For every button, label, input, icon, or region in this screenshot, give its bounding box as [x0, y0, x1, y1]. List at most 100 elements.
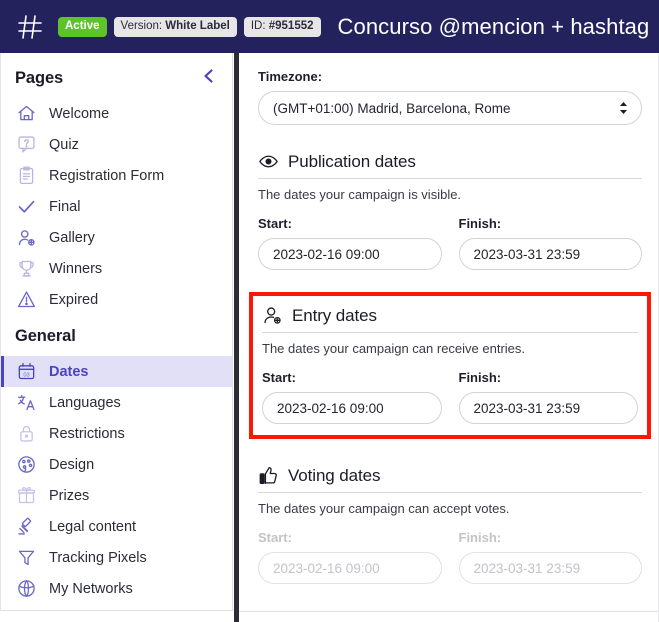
sidebar-item-label: Dates	[49, 363, 89, 380]
version-value: White Label	[165, 19, 230, 32]
app-window: Active Version: White Label ID: #951552 …	[0, 0, 659, 622]
sidebar-item-languages[interactable]: Languages	[1, 387, 232, 418]
select-updown-arrows-icon	[620, 102, 627, 114]
section-divider	[258, 492, 642, 493]
sidebar-item-welcome[interactable]: Welcome	[1, 98, 232, 129]
gavel-icon	[15, 516, 37, 538]
sidebar-item-prizes[interactable]: Prizes	[1, 480, 232, 511]
id-badge: ID: #951552	[243, 16, 321, 37]
sidebar-item-design[interactable]: Design	[1, 449, 232, 480]
sidebar-item-label: Registration Form	[49, 167, 165, 184]
sidebar-item-label: My Networks	[49, 580, 133, 597]
section-title: Entry dates	[292, 305, 377, 325]
page-title: Concurso @mencion + hashtag	[337, 13, 650, 39]
sidebar-item-winners[interactable]: Winners	[1, 253, 232, 284]
finish-date-field: Finish: 2023-03-31 23:59	[458, 216, 642, 270]
start-date-label: Start:	[258, 530, 292, 545]
status-badge: Active	[58, 16, 107, 37]
sidebar-item-final[interactable]: Final	[1, 191, 232, 222]
section-description: The dates your campaign is visible.	[258, 187, 462, 202]
sidebar-item-label: Languages	[49, 394, 121, 411]
sidebar-item-restrictions[interactable]: Restrictions	[1, 418, 232, 449]
top-header-bar: Active Version: White Label ID: #951552 …	[0, 0, 659, 53]
finish-date-field: Finish: 2023-03-31 23:59	[458, 530, 642, 584]
section-description: The dates your campaign can accept votes…	[258, 501, 510, 516]
sidebar-item-tracking-pixels[interactable]: Tracking Pixels	[1, 542, 232, 573]
timezone-label: Timezone:	[258, 69, 323, 84]
chevron-left-icon[interactable]	[200, 67, 218, 85]
svg-text:03: 03	[23, 372, 29, 378]
start-date-field: Start: 2023-02-16 09:00	[258, 216, 442, 270]
trophy-icon	[15, 258, 37, 280]
section-publication-dates: Publication dates The dates your campaign…	[258, 151, 642, 270]
id-prefix: ID:	[250, 19, 266, 32]
calendar-icon: 03	[15, 361, 37, 383]
home-icon	[15, 103, 37, 125]
section-header: Publication dates	[258, 151, 642, 178]
sidebar-item-my-networks[interactable]: My Networks	[1, 573, 232, 604]
sidebar-general-list: 03 Dates Languages Restrictions Design Prizes…	[1, 356, 232, 610]
sidebar-item-label: Winners	[49, 260, 103, 277]
sidebar-item-quiz[interactable]: Quiz	[1, 129, 232, 160]
start-date-input[interactable]: 2023-02-16 09:00	[258, 238, 442, 270]
sidebar-bottom-overflow	[0, 611, 234, 622]
gallery-person-icon	[15, 227, 37, 249]
start-date-input: 2023-02-16 09:00	[258, 552, 442, 584]
hash-logo-icon[interactable]	[16, 13, 44, 41]
section-divider	[262, 332, 638, 333]
sidebar-item-label: Welcome	[49, 105, 110, 122]
version-prefix: Version:	[120, 19, 163, 32]
timezone-select[interactable]: (GMT+01:00) Madrid, Barcelona, Rome	[258, 91, 642, 125]
main-bottom-rule	[239, 611, 659, 612]
section-entry-dates: Entry dates The dates your campaign can r…	[249, 292, 651, 439]
finish-date-input[interactable]: 2023-03-31 23:59	[458, 392, 638, 424]
lock-icon	[15, 423, 37, 445]
section-header: Entry dates	[262, 305, 638, 332]
sidebar-item-gallery[interactable]: Gallery	[1, 222, 232, 253]
id-value: #951552	[268, 19, 314, 32]
sidebar-pages-list: Welcome Quiz Registration Form Final Gallery…	[1, 98, 232, 315]
translate-icon	[15, 392, 37, 414]
funnel-icon	[15, 547, 37, 569]
share-icon	[15, 609, 37, 611]
sidebar-item-label: Expired	[49, 291, 99, 308]
sidebar-item-label: Gallery	[49, 229, 95, 246]
start-date-label: Start:	[258, 216, 292, 231]
gift-icon	[15, 485, 37, 507]
date-fields-row: Start: 2023-02-16 09:00 Finish: 2023-03-31 …	[262, 370, 638, 424]
sidebar-item-share[interactable]: Share	[1, 604, 232, 610]
start-date-field: Start: 2023-02-16 09:00	[258, 530, 442, 584]
thumbs-up-icon	[258, 465, 279, 486]
finish-date-label: Finish:	[458, 530, 502, 545]
start-date-label: Start:	[262, 370, 296, 385]
check-icon	[15, 196, 37, 218]
finish-date-label: Finish:	[458, 370, 502, 385]
palette-icon	[15, 454, 37, 476]
start-date-field: Start: 2023-02-16 09:00	[262, 370, 442, 424]
sidebar-item-registration-form[interactable]: Registration Form	[1, 160, 232, 191]
question-bubble-icon	[15, 134, 37, 156]
sidebar-item-legal-content[interactable]: Legal content	[1, 511, 232, 542]
globe-icon	[15, 578, 37, 600]
sidebar-item-label: Legal content	[49, 518, 137, 535]
finish-date-input[interactable]: 2023-03-31 23:59	[458, 238, 642, 270]
sidebar-scroll-area[interactable]: Pages Welcome Quiz Registration Form Final G…	[1, 53, 232, 610]
warning-triangle-icon	[15, 289, 37, 311]
section-title: Publication dates	[288, 151, 416, 171]
sidebar-item-expired[interactable]: Expired	[1, 284, 232, 315]
sidebar-group-pages-title: Pages	[15, 69, 64, 87]
finish-date-field: Finish: 2023-03-31 23:59	[458, 370, 638, 424]
clipboard-icon	[15, 165, 37, 187]
sidebar-item-label: Restrictions	[49, 425, 125, 442]
sidebar-item-dates[interactable]: 03 Dates	[1, 356, 232, 387]
sidebar-item-label: Final	[49, 198, 81, 215]
finish-date-label: Finish:	[458, 216, 502, 231]
start-date-input[interactable]: 2023-02-16 09:00	[262, 392, 442, 424]
section-header: Voting dates	[258, 465, 642, 492]
section-title: Voting dates	[288, 465, 381, 485]
section-description: The dates your campaign can receive entr…	[262, 341, 526, 356]
date-sections: Publication dates The dates your campaign…	[249, 151, 651, 584]
sidebar-item-label: Tracking Pixels	[49, 549, 147, 566]
eye-icon	[258, 151, 279, 172]
section-divider	[258, 178, 642, 179]
